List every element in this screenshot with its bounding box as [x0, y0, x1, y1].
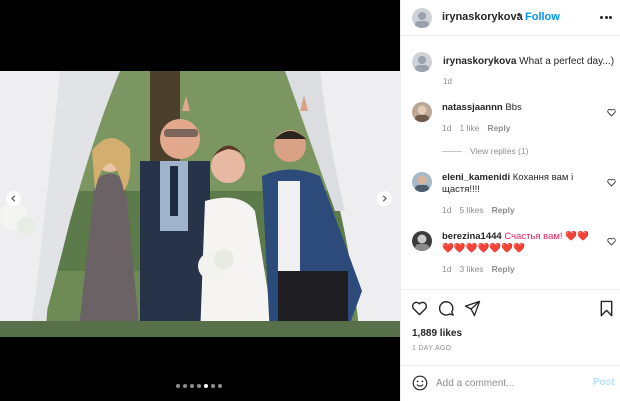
previous-photo-button[interactable] [6, 191, 21, 206]
carousel-dot [190, 384, 194, 388]
comment-time: 1d [442, 123, 452, 133]
view-replies-label: View replies (1) [470, 146, 529, 156]
post-side-panel: irynaskorykova • Follow irynaskorykova W… [400, 0, 620, 401]
likes-count[interactable]: 1,889 likes [412, 328, 462, 339]
view-replies-button[interactable]: View replies (1) [442, 146, 528, 156]
post-header: irynaskorykova • Follow [401, 0, 620, 36]
reply-button[interactable]: Reply [492, 205, 515, 215]
replies-divider-line [442, 150, 462, 152]
header-separator: • [517, 9, 521, 21]
caption-avatar[interactable] [412, 52, 432, 72]
comment-icon[interactable] [438, 300, 455, 317]
caption-text: What a perfect day...) [519, 56, 615, 67]
comment-username[interactable]: eleni_kamenidi [442, 172, 510, 183]
commenter-avatar[interactable] [412, 231, 432, 251]
post-photo[interactable] [0, 71, 400, 337]
post-media [0, 0, 400, 401]
comment-likes[interactable]: 1 like [459, 123, 479, 133]
commenter-avatar[interactable] [412, 172, 432, 192]
comment-meta: 1d 5 likes Reply [442, 205, 515, 215]
chevron-left-icon [11, 195, 16, 202]
heart-icon[interactable] [607, 178, 616, 187]
reply-button[interactable]: Reply [487, 123, 510, 133]
carousel-dot-active [204, 384, 208, 388]
wedding-photo-image [0, 71, 400, 337]
author-avatar[interactable] [412, 8, 432, 28]
comment-text-block: eleni_kamenidi Кохання вам і щастя!!!! [442, 172, 592, 196]
add-comment-bar: Post [401, 365, 620, 401]
comment-username[interactable]: natassjaannn [442, 102, 503, 113]
comment-time: 1d [442, 264, 452, 274]
caption-time: 1d [443, 77, 452, 86]
follow-button[interactable]: Follow [525, 11, 560, 23]
comment-meta: 1d 3 likes Reply [442, 264, 515, 274]
comment-meta: 1d 1 like Reply [442, 123, 510, 133]
commenter-avatar[interactable] [412, 102, 432, 122]
author-username[interactable]: irynaskorykova [442, 11, 523, 23]
heart-icon[interactable] [607, 237, 616, 246]
comment-input[interactable] [436, 375, 586, 391]
more-horizontal-icon[interactable] [600, 16, 612, 20]
comment-likes[interactable]: 3 likes [459, 264, 483, 274]
heart-icon[interactable] [607, 108, 616, 117]
carousel-dot [211, 384, 215, 388]
chevron-right-icon [382, 195, 387, 202]
heart-icon[interactable] [411, 300, 428, 317]
bookmark-icon[interactable] [598, 300, 615, 317]
comment-username[interactable]: berezina1444 [442, 231, 502, 242]
post-actions [401, 289, 620, 317]
carousel-dot [218, 384, 222, 388]
comment-text-block: berezina1444 Счастья вам! ❤️❤️❤️❤️❤️❤️❤️… [442, 231, 592, 255]
carousel-indicator [176, 384, 222, 388]
reply-button[interactable]: Reply [492, 264, 515, 274]
emoji-icon[interactable] [412, 375, 428, 391]
share-icon[interactable] [464, 300, 481, 317]
carousel-dot [183, 384, 187, 388]
carousel-dot [197, 384, 201, 388]
carousel-dot [176, 384, 180, 388]
comment-text-block: natassjaannn Bbs [442, 102, 592, 114]
comment-text: Bbs [505, 102, 522, 113]
caption-username[interactable]: irynaskorykova [443, 56, 516, 67]
comment-likes[interactable]: 5 likes [459, 205, 483, 215]
comment-time: 1d [442, 205, 452, 215]
next-photo-button[interactable] [377, 191, 392, 206]
post-comment-button[interactable]: Post [593, 377, 615, 388]
caption-text-block: irynaskorykova What a perfect day...) [443, 56, 614, 67]
post-date: 1 DAY AGO [412, 345, 452, 352]
